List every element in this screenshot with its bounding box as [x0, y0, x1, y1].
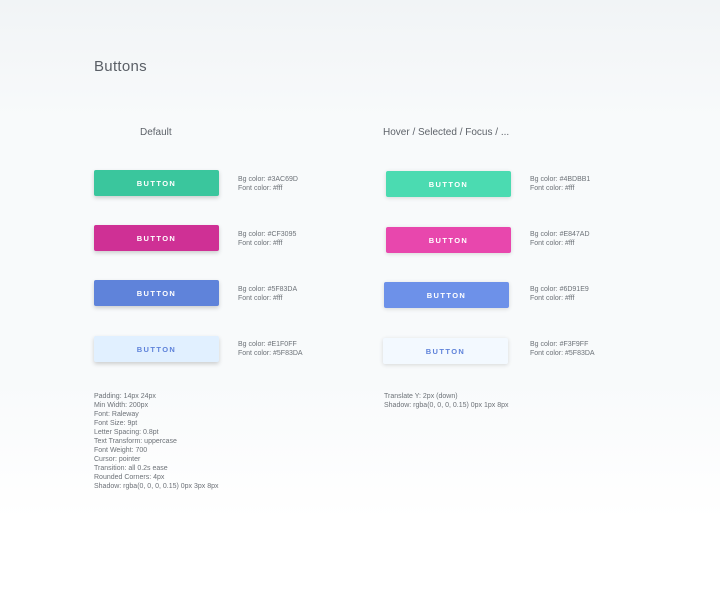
hover-style-notes: Translate Y: 2px (down) Shadow: rgba(0, … — [384, 392, 509, 410]
note-line: Transition: all 0.2s ease — [94, 465, 168, 472]
bg-color-label: Bg color: #E847AD — [530, 231, 590, 238]
bg-color-label: Bg color: #CF3095 — [238, 231, 297, 238]
font-color-label: Font color: #fff — [530, 295, 575, 302]
bg-color-label: Bg color: #E1F0FF — [238, 341, 297, 348]
default-button-light[interactable]: BUTTON — [94, 336, 219, 362]
default-spec-magenta: Bg color: #CF3095 Font color: #fff — [238, 230, 296, 248]
default-column-heading: Default — [140, 127, 172, 138]
note-line: Shadow: rgba(0, 0, 0, 0.15) 0px 3px 8px — [94, 483, 219, 490]
hover-column-heading: Hover / Selected / Focus / ... — [383, 127, 510, 138]
bg-color-label: Bg color: #F3F9FF — [530, 341, 589, 348]
bg-color-label: Bg color: #3AC69D — [238, 176, 298, 183]
hover-button-green[interactable]: BUTTON — [386, 171, 511, 197]
font-color-label: Font color: #5F83DA — [238, 350, 303, 357]
note-line: Padding: 14px 24px — [94, 393, 156, 400]
default-style-notes: Padding: 14px 24px Min Width: 200px Font… — [94, 392, 219, 491]
bg-color-label: Bg color: #4BDBB1 — [530, 176, 591, 183]
font-color-label: Font color: #5F83DA — [530, 350, 595, 357]
bg-color-label: Bg color: #6D91E9 — [530, 286, 589, 293]
note-line: Font: Raleway — [94, 411, 139, 418]
default-button-blue[interactable]: BUTTON — [94, 280, 219, 306]
note-line: Cursor: pointer — [94, 456, 141, 463]
default-spec-light: Bg color: #E1F0FF Font color: #5F83DA — [238, 340, 303, 358]
note-line: Shadow: rgba(0, 0, 0, 0.15) 0px 1px 8px — [384, 402, 509, 409]
default-spec-blue: Bg color: #5F83DA Font color: #fff — [238, 285, 297, 303]
page-title: Buttons — [94, 58, 147, 75]
font-color-label: Font color: #fff — [530, 185, 575, 192]
font-color-label: Font color: #fff — [530, 240, 575, 247]
bg-color-label: Bg color: #5F83DA — [238, 286, 298, 293]
note-line: Font Size: 9pt — [94, 420, 138, 427]
note-line: Letter Spacing: 0.8pt — [94, 429, 159, 436]
hover-spec-green: Bg color: #4BDBB1 Font color: #fff — [530, 175, 590, 193]
hover-spec-light: Bg color: #F3F9FF Font color: #5F83DA — [530, 340, 595, 358]
note-line: Font Weight: 700 — [94, 447, 148, 454]
font-color-label: Font color: #fff — [238, 295, 283, 302]
font-color-label: Font color: #fff — [238, 185, 283, 192]
default-button-green[interactable]: BUTTON — [94, 170, 219, 196]
font-color-label: Font color: #fff — [238, 240, 283, 247]
note-line: Min Width: 200px — [94, 402, 149, 409]
note-line: Translate Y: 2px (down) — [384, 393, 458, 400]
hover-button-magenta[interactable]: BUTTON — [386, 227, 511, 253]
default-button-magenta[interactable]: BUTTON — [94, 225, 219, 251]
note-line: Rounded Corners: 4px — [94, 474, 165, 481]
note-line: Text Transform: uppercase — [94, 438, 177, 445]
hover-spec-blue: Bg color: #6D91E9 Font color: #fff — [530, 285, 589, 303]
hover-spec-magenta: Bg color: #E847AD Font color: #fff — [530, 230, 590, 248]
default-spec-green: Bg color: #3AC69D Font color: #fff — [238, 175, 298, 193]
hover-button-light[interactable]: BUTTON — [383, 338, 508, 364]
hover-button-blue[interactable]: BUTTON — [384, 282, 509, 308]
